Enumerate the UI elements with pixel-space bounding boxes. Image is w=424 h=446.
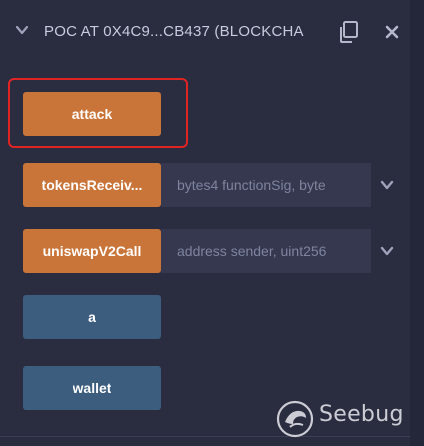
uniswap-v2-call-button[interactable]: uniswapV2Call <box>23 229 161 273</box>
copy-icon[interactable] <box>337 20 359 44</box>
a-button-label: a <box>88 309 96 325</box>
attack-button[interactable]: attack <box>23 92 161 136</box>
watermark-text: Seebug <box>319 402 404 427</box>
tokens-received-button-label: tokensReceiv... <box>41 177 143 193</box>
a-button[interactable]: a <box>23 295 161 339</box>
chevron-down-icon[interactable] <box>379 243 395 259</box>
deployed-contract-panel: POC AT 0X4C9...CB437 (BLOCKCHA attack to… <box>0 0 410 446</box>
close-icon[interactable] <box>383 23 401 41</box>
scroll-track <box>410 0 424 446</box>
chevron-down-icon[interactable] <box>379 177 395 193</box>
contract-title: POC AT 0X4C9...CB437 (BLOCKCHA <box>44 23 304 40</box>
chevron-down-icon[interactable] <box>14 22 30 38</box>
seebug-watermark: Seebug <box>276 398 404 438</box>
uniswap-v2-call-button-label: uniswapV2Call <box>42 243 142 259</box>
wallet-button[interactable]: wallet <box>23 366 161 410</box>
tokens-received-args-input[interactable] <box>161 163 371 207</box>
seebug-logo-icon <box>276 400 314 438</box>
uniswap-v2-call-args-input[interactable] <box>161 229 371 273</box>
attack-button-label: attack <box>71 106 113 122</box>
contract-header[interactable]: POC AT 0X4C9...CB437 (BLOCKCHA <box>0 0 410 64</box>
wallet-button-label: wallet <box>72 380 112 396</box>
tokens-received-button[interactable]: tokensReceiv... <box>23 163 161 207</box>
